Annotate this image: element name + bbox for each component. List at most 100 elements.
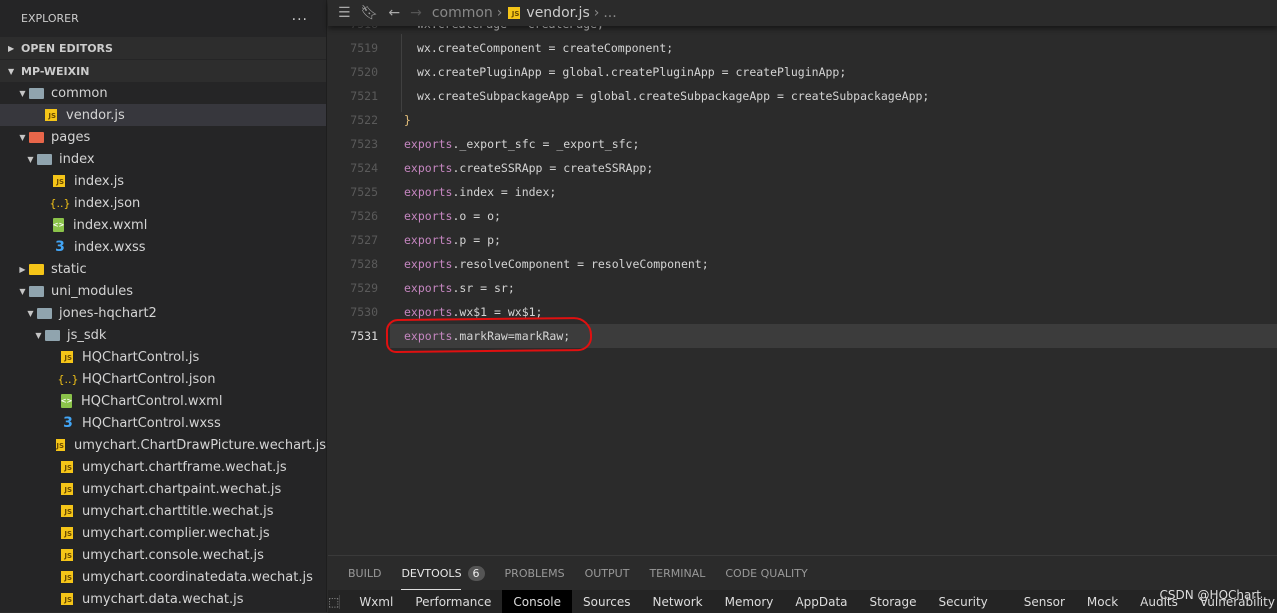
- json-file-icon: {..}: [49, 196, 71, 210]
- tree-item-label: HQChartControl.json: [82, 371, 216, 387]
- tree-item-js-sdk[interactable]: ▼ js_sdk: [0, 324, 326, 346]
- breadcrumb-folder[interactable]: common: [432, 5, 493, 21]
- tree-item-index-json[interactable]: {..} index.json: [0, 192, 326, 214]
- code-line[interactable]: 7528 exports.resolveComponent = resolveCo…: [328, 252, 1277, 276]
- panel-tab-output[interactable]: OUTPUT: [585, 556, 630, 590]
- line-number: 7520: [350, 65, 378, 79]
- js-file-icon: JS: [61, 483, 73, 495]
- devtools-tab-performance[interactable]: Performance: [404, 590, 502, 613]
- tree-item-label: static: [51, 261, 87, 277]
- tree-item-label: umychart.coordinatedata.wechat.js: [82, 569, 313, 585]
- line-number: 7528: [350, 257, 378, 271]
- tree-item-vendor-js[interactable]: JS vendor.js: [0, 104, 326, 126]
- more-actions-button[interactable]: ...: [292, 8, 308, 24]
- tree-item-index-wxml[interactable]: <> index.wxml: [0, 214, 326, 236]
- code-line[interactable]: 7520 wx.createPluginApp = global.createPl…: [328, 60, 1277, 84]
- line-number: 7522: [350, 113, 378, 127]
- tree-item-label: vendor.js: [66, 107, 125, 123]
- panel-tabs: BUILD DEVTOOLS 6 PROBLEMS OUTPUT TERMINAL CODE…: [328, 556, 1277, 590]
- folder-icon: [37, 307, 52, 319]
- line-number: 7527: [350, 233, 378, 247]
- tree-item-common[interactable]: ▼ common: [0, 82, 326, 104]
- code-line[interactable]: 7522}: [328, 108, 1277, 132]
- panel-tab-devtools[interactable]: DEVTOOLS 6: [401, 556, 485, 590]
- js-file-icon: JS: [61, 549, 73, 561]
- wxml-file-icon: <>: [53, 218, 64, 232]
- outline-list-icon[interactable]: ☰: [338, 5, 351, 21]
- open-editors-section[interactable]: ▶ OPEN EDITORS: [0, 37, 326, 59]
- code-line[interactable]: 7523 exports._export_sfc = _export_sfc;: [328, 132, 1277, 156]
- section-label: OPEN EDITORS: [21, 41, 113, 55]
- code-content: .resolveComponent = resolveComponent;: [452, 257, 709, 271]
- breadcrumb-more[interactable]: ...: [603, 5, 616, 21]
- code-content: .sr = sr;: [452, 281, 515, 295]
- code-line[interactable]: 7527 exports.p = p;: [328, 228, 1277, 252]
- folder-icon: [29, 131, 44, 143]
- back-arrow-icon[interactable]: ←: [388, 5, 400, 21]
- devtools-tab-console[interactable]: Console: [502, 590, 573, 613]
- panel-tab-problems[interactable]: PROBLEMS: [505, 556, 565, 590]
- panel-tab-terminal[interactable]: TERMINAL: [649, 556, 705, 590]
- tree-item-hqchartcontrol-js[interactable]: JS HQChartControl.js: [0, 346, 326, 368]
- devtools-tab-sources[interactable]: Sources: [572, 590, 641, 613]
- chevron-down-icon: ▼: [27, 308, 34, 318]
- tab-label: OUTPUT: [584, 566, 630, 580]
- devtools-tab-memory[interactable]: Memory: [714, 590, 785, 613]
- devtools-tab-storage[interactable]: Storage: [859, 590, 928, 613]
- tree-item-hqchartcontrol-json[interactable]: {..} HQChartControl.json: [0, 368, 326, 390]
- code-editor[interactable]: 7518wx.createPage = createPage;7519wx.cr…: [328, 0, 1277, 555]
- devtools-tab-sensor[interactable]: Sensor: [1013, 590, 1076, 613]
- chevron-down-icon: ▼: [35, 330, 42, 340]
- keyword: exports: [404, 233, 453, 247]
- tree-item-umychart-charttitle-wechat-js[interactable]: JS umychart.charttitle.wechat.js: [0, 500, 326, 522]
- tree-item-umychart-chartdrawpicture-wechart-js[interactable]: JS umychart.ChartDrawPicture.wechart.js: [0, 434, 326, 456]
- tree-item-label: umychart.ChartDrawPicture.wechart.js: [74, 437, 326, 453]
- keyword: exports: [404, 281, 453, 295]
- tree-item-uni-modules[interactable]: ▼ uni_modules: [0, 280, 326, 302]
- code-line[interactable]: 7526 exports.o = o;: [328, 204, 1277, 228]
- tree-item-umychart-coordinatedata-wechat-js[interactable]: JS umychart.coordinatedata.wechat.js: [0, 566, 326, 588]
- tree-item-umychart-chartpaint-wechat-js[interactable]: JS umychart.chartpaint.wechat.js: [0, 478, 326, 500]
- tree-item-umychart-complier-wechat-js[interactable]: JS umychart.complier.wechat.js: [0, 522, 326, 544]
- explorer-sidebar: EXPLORER ... ▶ OPEN EDITORS ▼ MP-WEIXIN ▼ c…: [0, 0, 327, 612]
- tree-item-jones-hqchart2[interactable]: ▼ jones-hqchart2: [0, 302, 326, 324]
- code-line[interactable]: 7519 wx.createComponent = createComponent…: [328, 36, 1277, 60]
- keyword: exports: [404, 137, 453, 151]
- devtools-tab-wxml[interactable]: Wxml: [348, 590, 404, 613]
- code-line[interactable]: 7529 exports.sr = sr;: [328, 276, 1277, 300]
- tree-item-pages[interactable]: ▼ pages: [0, 126, 326, 148]
- devtools-tabs: ⬚ Wxml Performance Console Sources Network Me…: [328, 590, 1277, 613]
- tree-item-hqchartcontrol-wxss[interactable]: 3 HQChartControl.wxss: [0, 412, 326, 434]
- tree-item-umychart-data-wechat-js[interactable]: JS umychart.data.wechat.js: [0, 588, 326, 610]
- code-line[interactable]: 7524 exports.createSSRApp = createSSRApp;: [328, 156, 1277, 180]
- devtools-tab-appdata[interactable]: AppData: [784, 590, 858, 613]
- tree-item-index-wxss[interactable]: 3 index.wxss: [0, 236, 326, 258]
- code-text: exports.createSSRApp = createSSRApp;: [404, 161, 653, 175]
- inspect-element-icon[interactable]: ⬚: [328, 594, 341, 609]
- forward-arrow-icon[interactable]: →: [410, 5, 422, 21]
- tab-label: DEVTOOLS: [401, 566, 462, 580]
- folder-icon: [29, 87, 44, 99]
- code-content: .createSSRApp = createSSRApp;: [452, 161, 654, 175]
- panel-tab-code-quality[interactable]: CODE QUALITY: [725, 556, 807, 590]
- tree-item-index-js[interactable]: JS index.js: [0, 170, 326, 192]
- tree-item-label: umychart.data.wechat.js: [82, 591, 244, 607]
- devtools-tab-mock[interactable]: Mock: [1076, 590, 1129, 613]
- code-line[interactable]: 7525 exports.index = index;: [328, 180, 1277, 204]
- panel-tab-build[interactable]: BUILD: [348, 556, 381, 590]
- devtools-tab-network[interactable]: Network: [642, 590, 714, 613]
- folder-icon: [29, 285, 44, 297]
- project-section[interactable]: ▼ MP-WEIXIN: [0, 60, 326, 82]
- tree-item-hqchartcontrol-wxml[interactable]: <> HQChartControl.wxml: [0, 390, 326, 412]
- js-file-icon: JS: [61, 461, 73, 473]
- tree-item-index[interactable]: ▼ index: [0, 148, 326, 170]
- line-number: 7525: [350, 185, 378, 199]
- tree-item-umychart-console-wechat-js[interactable]: JS umychart.console.wechat.js: [0, 544, 326, 566]
- tree-item-static[interactable]: ▶ static: [0, 258, 326, 280]
- code-content: wx.createSubpackageApp = global.createSu…: [417, 89, 930, 103]
- devtools-tab-security[interactable]: Security: [927, 590, 998, 613]
- bookmark-icon[interactable]: 🔖︎: [361, 5, 379, 21]
- breadcrumb-file[interactable]: vendor.js: [526, 5, 589, 21]
- tree-item-umychart-chartframe-wechat-js[interactable]: JS umychart.chartframe.wechat.js: [0, 456, 326, 478]
- code-line[interactable]: 7521 wx.createSubpackageApp = global.crea…: [328, 84, 1277, 108]
